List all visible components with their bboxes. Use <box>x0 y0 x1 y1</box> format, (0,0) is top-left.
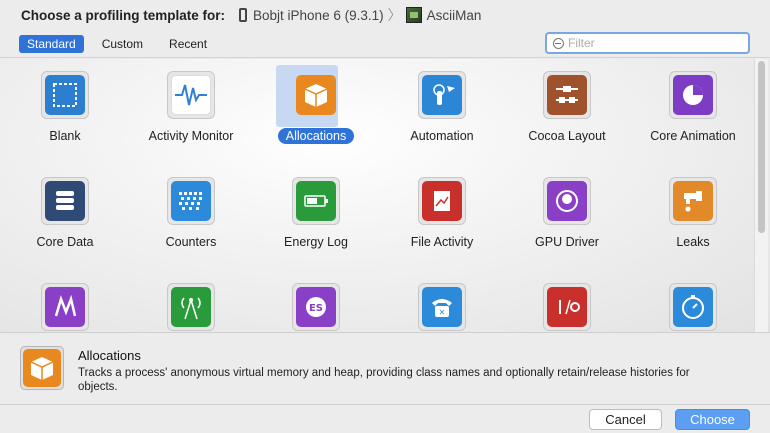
template-item-14[interactable]: ES <box>253 283 379 331</box>
template-automation[interactable]: Automation <box>379 71 505 145</box>
network-tower-icon <box>167 283 215 331</box>
template-label: Energy Log <box>284 235 348 249</box>
template-leaks[interactable]: Leaks <box>630 177 756 251</box>
template-label: Core Animation <box>650 129 736 143</box>
chevron-right-icon: 〉 <box>387 7 402 23</box>
pie-icon <box>669 71 717 119</box>
template-blank[interactable]: Blank <box>2 71 128 145</box>
telephone-icon: ✕ <box>418 283 466 331</box>
template-label: Blank <box>49 129 81 143</box>
scrollbar-thumb[interactable] <box>758 61 765 233</box>
template-cocoa-layout[interactable]: Cocoa Layout <box>504 71 630 145</box>
template-item-15[interactable]: ✕ <box>379 283 505 331</box>
tab-custom[interactable]: Custom <box>94 35 151 53</box>
target-selector[interactable]: Bobjt iPhone 6 (9.3.1) 〉 AsciiMan <box>239 5 481 25</box>
database-icon <box>41 177 89 225</box>
filter-input[interactable]: Filter <box>545 32 750 54</box>
search-icon <box>553 37 564 49</box>
template-label: GPU Driver <box>535 235 599 249</box>
io-icon <box>543 283 591 331</box>
template-allocations[interactable]: Allocations <box>253 65 379 145</box>
battery-icon <box>292 177 340 225</box>
svg-text:✕: ✕ <box>439 308 446 317</box>
box-icon <box>20 346 64 390</box>
template-item-12[interactable] <box>2 283 128 331</box>
template-item-16[interactable] <box>504 283 630 331</box>
device-name: Bobjt iPhone 6 (9.3.1) <box>253 7 384 23</box>
file-icon <box>418 177 466 225</box>
dialog-title: Choose a profiling template for: <box>21 7 226 23</box>
dialog-footer: Cancel Choose <box>0 404 770 433</box>
waveform-icon <box>167 71 215 119</box>
template-core-animation[interactable]: Core Animation <box>630 71 756 145</box>
template-item-13[interactable] <box>128 283 254 331</box>
tab-recent[interactable]: Recent <box>161 35 215 53</box>
template-label: Cocoa Layout <box>528 129 606 143</box>
app-name: AsciiMan <box>426 7 482 23</box>
description-text: Tracks a process' anonymous virtual memo… <box>78 367 690 393</box>
template-toolbar: Standard Custom Recent Filter <box>0 30 770 58</box>
template-item-17[interactable] <box>630 283 756 331</box>
template-gpu-driver[interactable]: GPU Driver <box>504 177 630 251</box>
scrollbar[interactable] <box>754 59 768 332</box>
opengl-es-icon: ES <box>292 283 340 331</box>
template-counters[interactable]: Counters <box>128 177 254 251</box>
template-energy-log[interactable]: Energy Log <box>253 177 379 251</box>
template-label: Automation <box>410 129 474 143</box>
filter-placeholder: Filter <box>568 36 595 50</box>
template-label: Activity Monitor <box>148 129 234 143</box>
template-file-activity[interactable]: File Activity <box>379 177 505 251</box>
template-activity-monitor[interactable]: Activity Monitor <box>128 71 254 145</box>
box-icon <box>292 71 340 119</box>
choose-button[interactable]: Choose <box>675 409 750 430</box>
metal-icon <box>41 283 89 331</box>
tab-standard[interactable]: Standard <box>19 34 84 53</box>
template-label: Counters <box>165 235 217 249</box>
tap-icon <box>418 71 466 119</box>
dialog-header: Choose a profiling template for: Bobjt i… <box>0 0 770 30</box>
timer-icon <box>669 283 717 331</box>
svg-text:ES: ES <box>309 303 323 314</box>
template-label: Leaks <box>676 235 710 249</box>
layout-icon <box>543 71 591 119</box>
app-icon <box>405 7 422 23</box>
gpu-icon <box>543 177 591 225</box>
template-description: Allocations Tracks a process' anonymous … <box>0 332 770 404</box>
template-label: Allocations <box>277 128 355 144</box>
template-core-data[interactable]: Core Data <box>2 177 128 251</box>
cancel-button[interactable]: Cancel <box>589 409 662 430</box>
counters-icon <box>167 177 215 225</box>
template-label: File Activity <box>410 235 474 249</box>
blank-icon <box>41 71 89 119</box>
faucet-icon <box>669 177 717 225</box>
template-label: Core Data <box>36 235 94 249</box>
description-title: Allocations <box>78 348 141 363</box>
iphone-icon <box>239 8 248 22</box>
template-grid: Blank Activity Monitor Allocations Automati… <box>0 59 770 332</box>
